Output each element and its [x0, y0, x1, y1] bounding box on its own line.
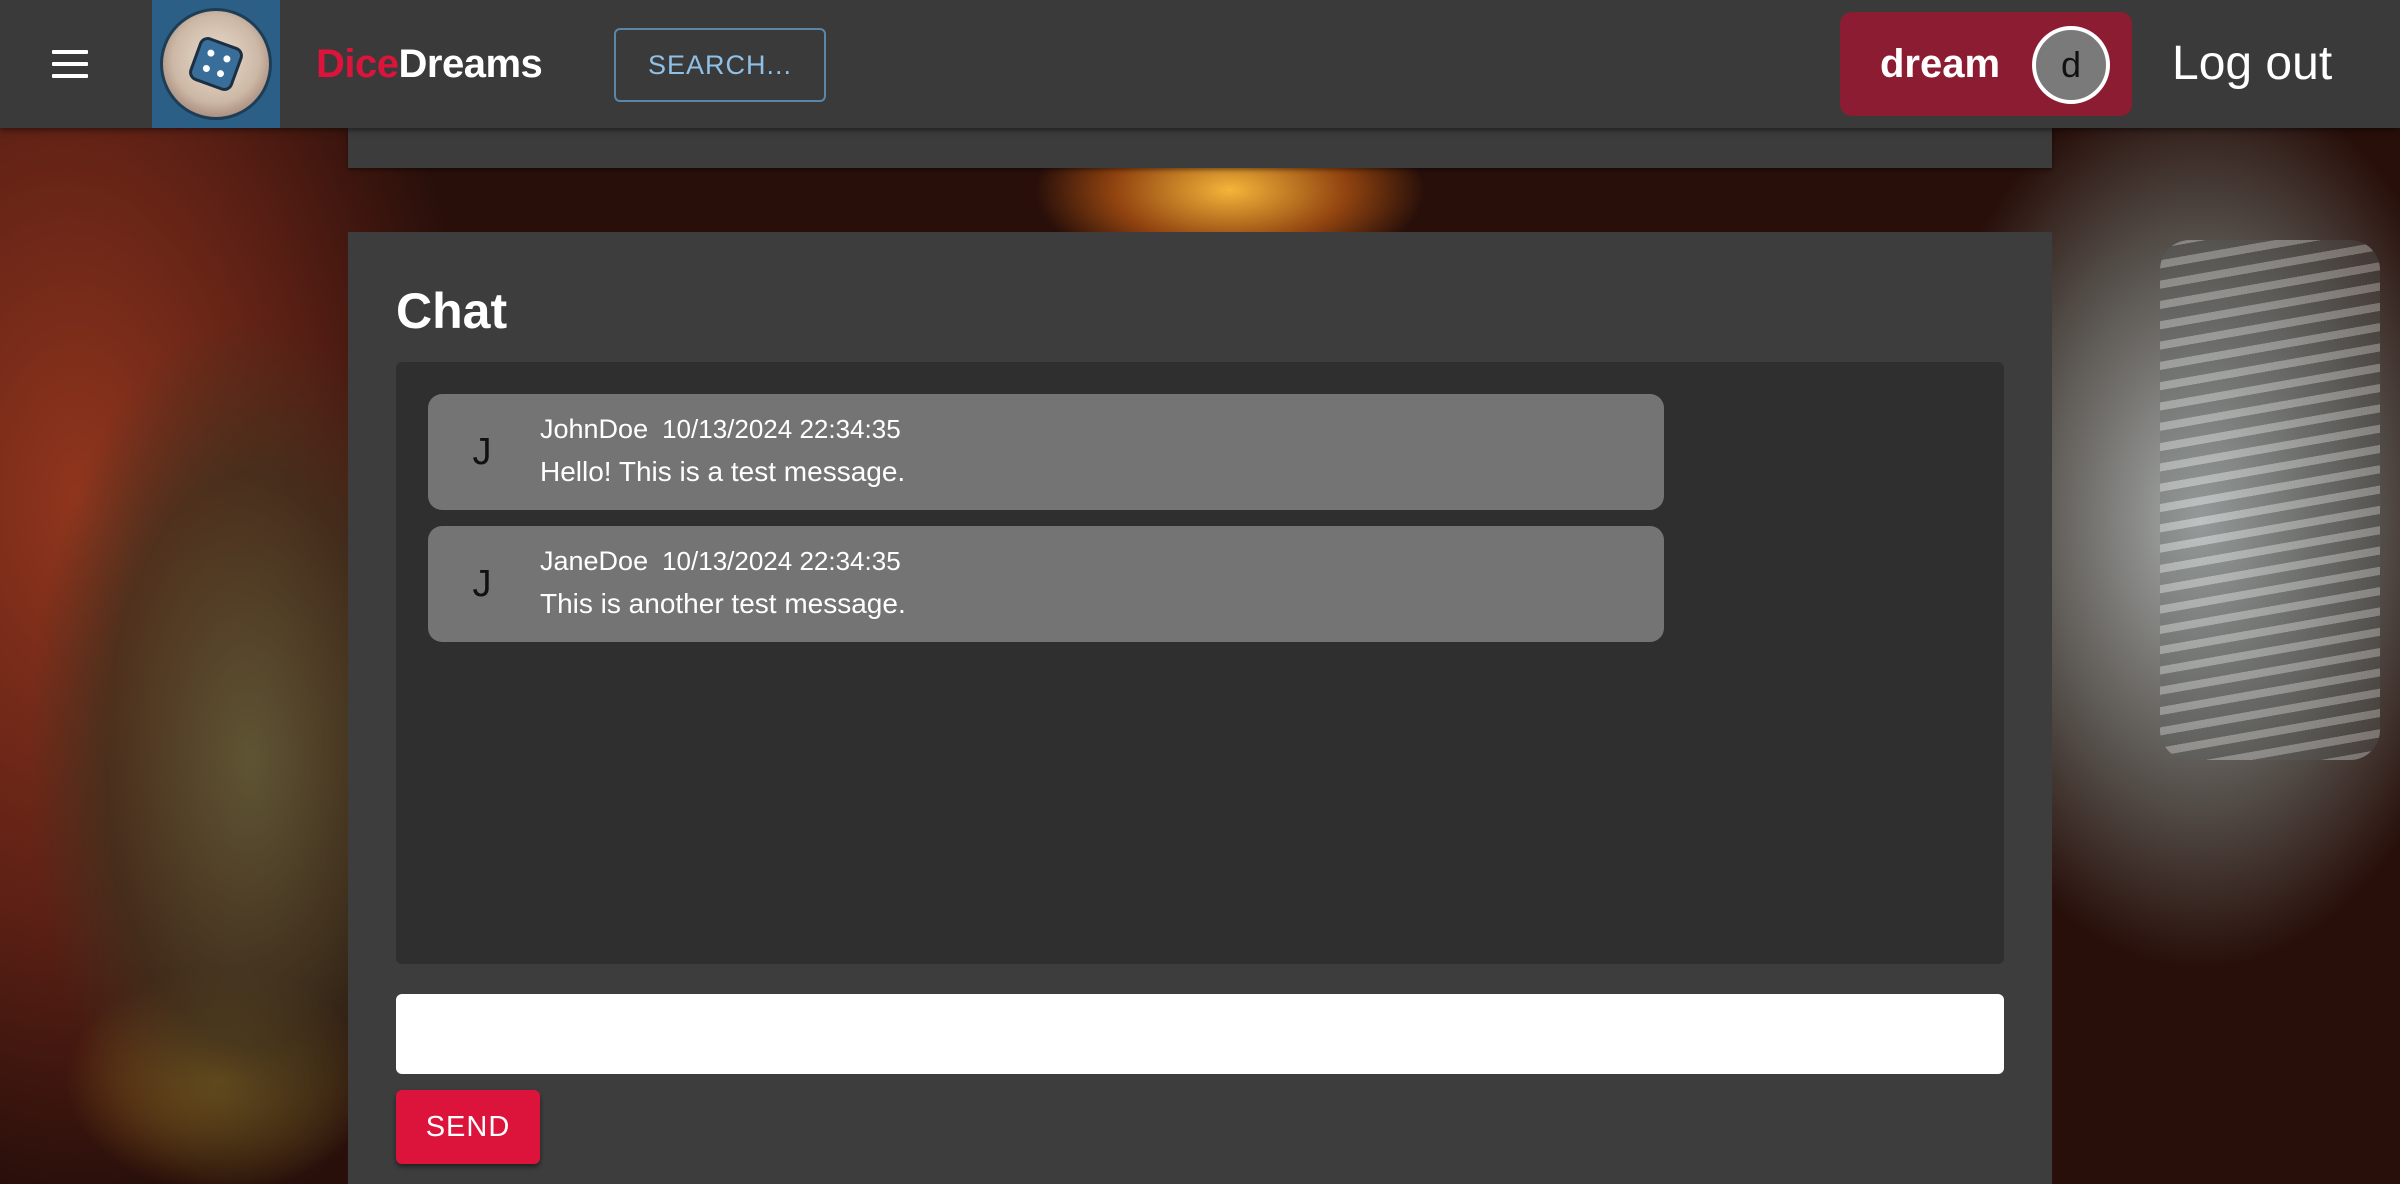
search-button[interactable]: SEARCH... [614, 28, 826, 102]
username: dream [1880, 42, 2001, 86]
message-header: JohnDoe 10/13/2024 22:34:35 [540, 414, 901, 445]
message-avatar: J [472, 563, 492, 605]
user-menu-button[interactable]: dream d [1840, 12, 2132, 116]
dice-logo[interactable] [152, 0, 280, 128]
send-button[interactable]: SEND [396, 1090, 540, 1164]
app-bar: DiceDreams SEARCH... dream d Log out [0, 0, 2400, 128]
message-header: JaneDoe 10/13/2024 22:34:35 [540, 546, 901, 577]
message-author: JaneDoe [540, 546, 649, 576]
message-author: JohnDoe [540, 414, 649, 444]
message-timestamp: 10/13/2024 22:34:35 [662, 546, 901, 576]
message-text: Hello! This is a test message. [540, 456, 906, 487]
chat-panel: Chat J JohnDoe 10/13/2024 22:34:35 Hello!… [348, 232, 2052, 1184]
brand-name-dice: Dice [316, 42, 399, 86]
brand-name[interactable]: DiceDreams [316, 40, 543, 88]
chat-message-list[interactable]: J JohnDoe 10/13/2024 22:34:35 Hello! This… [396, 362, 2004, 964]
die-icon [190, 38, 242, 90]
logo-emblem [160, 8, 272, 120]
upper-panel [348, 128, 2052, 168]
background-stairs [2160, 240, 2380, 760]
message-avatar: J [472, 431, 492, 473]
chat-message-input[interactable] [396, 994, 2004, 1074]
logout-button[interactable]: Log out [2172, 30, 2332, 98]
chat-title: Chat [396, 283, 508, 339]
avatar: d [2032, 26, 2110, 104]
chat-message: J JaneDoe 10/13/2024 22:34:35 This is ano… [428, 526, 1664, 642]
brand-name-dreams: Dreams [398, 42, 543, 86]
chat-message: J JohnDoe 10/13/2024 22:34:35 Hello! This… [428, 394, 1664, 510]
message-text: This is another test message. [540, 588, 906, 619]
hamburger-menu-icon[interactable] [44, 40, 100, 88]
message-timestamp: 10/13/2024 22:34:35 [662, 414, 901, 444]
